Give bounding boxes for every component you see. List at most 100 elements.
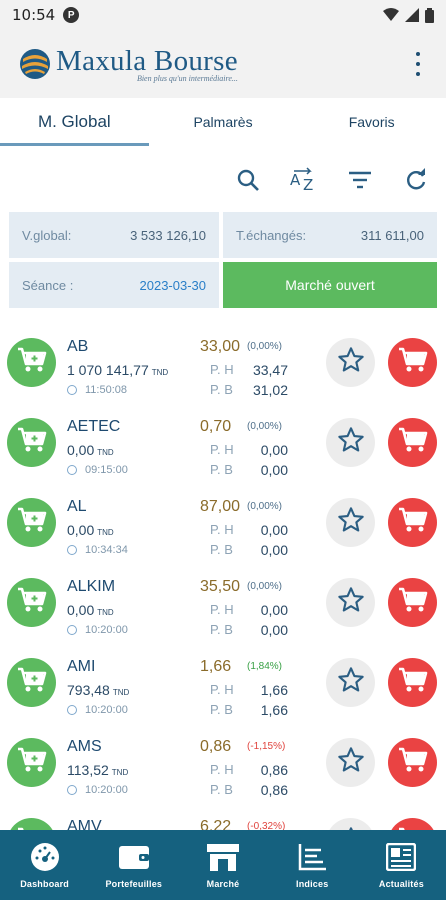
- buy-button[interactable]: [7, 818, 56, 830]
- seance-date[interactable]: 2023-03-30: [140, 278, 207, 293]
- favorite-button[interactable]: [326, 418, 375, 467]
- market-summary: V.global: 3 533 126,10 T.échangés: 311 6…: [9, 212, 437, 310]
- nav-dashboard-label: Dashboard: [20, 879, 69, 889]
- time-value: 11:50:08: [85, 384, 128, 396]
- market-tabs: M. Global Palmarès Favoris: [0, 98, 446, 146]
- market-icon: [205, 841, 241, 873]
- list-item[interactable]: AMV 6,22 (-0,32%): [0, 802, 446, 830]
- ph-value: 0,00: [260, 442, 288, 458]
- buy-button[interactable]: [7, 498, 56, 547]
- cart-plus-icon: [17, 346, 47, 379]
- currency-label: TND: [151, 368, 169, 377]
- sell-button[interactable]: [388, 738, 437, 787]
- ph-label: P. H: [210, 442, 234, 457]
- favorite-button[interactable]: [326, 818, 375, 830]
- pb-value: 31,02: [252, 382, 288, 398]
- stock-symbol[interactable]: AMS: [67, 738, 102, 756]
- stock-symbol[interactable]: ALKIM: [67, 578, 115, 596]
- sell-button[interactable]: [388, 658, 437, 707]
- buy-button[interactable]: [7, 578, 56, 627]
- clock-icon: [67, 465, 77, 475]
- cart-plus-icon: [17, 426, 47, 459]
- search-icon[interactable]: [234, 166, 262, 194]
- stock-change: (0,00%): [247, 501, 283, 512]
- clock-icon: [67, 785, 77, 795]
- favorite-button[interactable]: [326, 658, 375, 707]
- stock-volume: 0,00 TND: [67, 442, 114, 458]
- stock-price: 0,70: [200, 418, 232, 435]
- buy-button[interactable]: [7, 338, 56, 387]
- star-icon: [337, 506, 365, 539]
- buy-button[interactable]: [7, 738, 56, 787]
- star-icon: [337, 666, 365, 699]
- nav-actualites[interactable]: Actualités: [357, 830, 446, 900]
- nav-portefeuilles[interactable]: Portefeuilles: [89, 830, 178, 900]
- favorite-button[interactable]: [326, 338, 375, 387]
- pb-label: P. B: [210, 702, 233, 717]
- ph-label: P. H: [210, 682, 234, 697]
- favorite-button[interactable]: [326, 498, 375, 547]
- volume-value: 113,52: [67, 762, 109, 778]
- sell-button[interactable]: [388, 578, 437, 627]
- list-item[interactable]: AMI 793,48 TND 10:20:00 1,66 (1,84%) P. H 1,66 P…: [0, 642, 446, 722]
- more-menu-icon[interactable]: [414, 52, 422, 76]
- sell-button[interactable]: [388, 418, 437, 467]
- stock-price: 35,50: [200, 578, 241, 595]
- tab-global[interactable]: M. Global: [0, 98, 149, 146]
- stock-change: (0,00%): [247, 581, 283, 592]
- nav-portefeuilles-label: Portefeuilles: [105, 879, 163, 889]
- buy-button[interactable]: [7, 418, 56, 467]
- stock-time: 10:20:00: [67, 784, 128, 796]
- sell-button[interactable]: [388, 338, 437, 387]
- stock-symbol[interactable]: AMV: [67, 818, 102, 830]
- stock-time: 10:20:00: [67, 704, 128, 716]
- stock-time: 10:20:00: [67, 624, 128, 636]
- clock-icon: [67, 625, 77, 635]
- sell-button[interactable]: [388, 818, 437, 830]
- clock-icon: [67, 705, 77, 715]
- stock-change: (-1,15%): [247, 741, 286, 752]
- stock-symbol[interactable]: AMI: [67, 658, 95, 676]
- nav-indices[interactable]: Indices: [268, 830, 357, 900]
- currency-label: TND: [97, 608, 114, 617]
- list-item[interactable]: AL 0,00 TND 10:34:34 87,00 (0,00%) P. H 0,00 P. …: [0, 482, 446, 562]
- stock-time: 09:15:00: [67, 464, 128, 476]
- list-item[interactable]: ALKIM 0,00 TND 10:20:00 35,50 (0,00%) P. H 0,00…: [0, 562, 446, 642]
- filter-icon[interactable]: [346, 166, 374, 194]
- volume-value: 793,48: [67, 682, 110, 698]
- summary-seance: Séance : 2023-03-30: [9, 262, 219, 308]
- stock-symbol[interactable]: AETEC: [67, 418, 120, 436]
- stock-symbol[interactable]: AL: [67, 498, 87, 516]
- notification-app-icon: P: [63, 7, 80, 23]
- time-value: 10:20:00: [85, 784, 128, 796]
- nav-marche[interactable]: Marché: [178, 830, 267, 900]
- svg-text:A: A: [290, 171, 301, 189]
- currency-label: TND: [112, 688, 130, 697]
- time-value: 10:34:34: [85, 544, 128, 556]
- pb-label: P. B: [210, 382, 233, 397]
- tab-palmares[interactable]: Palmarès: [149, 98, 298, 146]
- nav-indices-label: Indices: [296, 879, 329, 889]
- favorite-button[interactable]: [326, 578, 375, 627]
- stock-volume: 793,48 TND: [67, 682, 129, 698]
- cart-icon: [398, 346, 428, 379]
- currency-label: TND: [97, 448, 114, 457]
- nav-dashboard[interactable]: Dashboard: [0, 830, 89, 900]
- list-item[interactable]: AB 1 070 141,77 TND 11:50:08 33,00 (0,00%) P. …: [0, 322, 446, 402]
- stock-list[interactable]: AB 1 070 141,77 TND 11:50:08 33,00 (0,00%) P. …: [0, 322, 446, 830]
- currency-label: TND: [111, 768, 129, 777]
- favorite-button[interactable]: [326, 738, 375, 787]
- volume-value: 0,00: [67, 602, 95, 618]
- buy-button[interactable]: [7, 658, 56, 707]
- tab-favoris[interactable]: Favoris: [297, 98, 446, 146]
- list-item[interactable]: AMS 113,52 TND 10:20:00 0,86 (-1,15%) P. H 0,86…: [0, 722, 446, 802]
- cart-plus-icon: [17, 506, 47, 539]
- stock-change: (1,84%): [247, 661, 283, 672]
- stock-symbol[interactable]: AB: [67, 338, 88, 356]
- time-value: 10:20:00: [85, 704, 128, 716]
- sort-az-icon[interactable]: AZ: [290, 166, 318, 194]
- sell-button[interactable]: [388, 498, 437, 547]
- list-item[interactable]: AETEC 0,00 TND 09:15:00 0,70 (0,00%) P. H 0,00 P…: [0, 402, 446, 482]
- refresh-icon[interactable]: [402, 166, 430, 194]
- stock-volume: 113,52 TND: [67, 762, 128, 778]
